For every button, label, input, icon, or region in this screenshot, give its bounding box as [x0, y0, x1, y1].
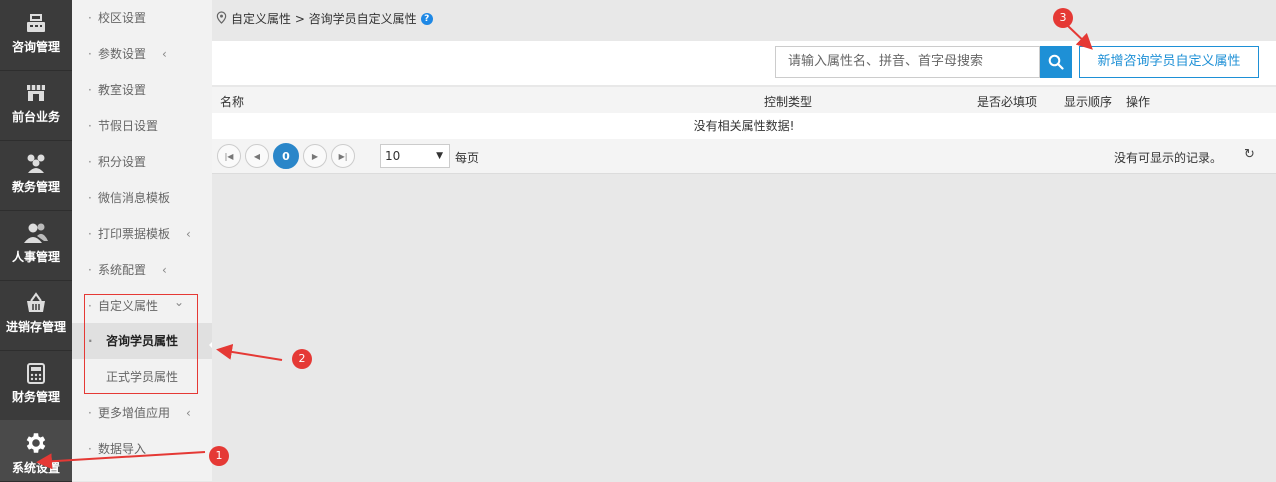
first-page-button[interactable]: |◀ [217, 144, 241, 168]
next-page-button[interactable]: ▶ [303, 144, 327, 168]
bullet: · [88, 191, 92, 205]
refresh-icon[interactable]: ↻ [1244, 147, 1255, 162]
subnav-classroom[interactable]: · 教室设置 [72, 72, 212, 108]
bullet: · [88, 11, 92, 25]
col-required[interactable]: 是否必填项 [977, 93, 1037, 110]
nav-label: 前台业务 [11, 110, 60, 124]
register-icon [0, 10, 72, 36]
nav-settings[interactable]: 系统设置 [0, 420, 72, 482]
subnav-label: 更多增值应用 [98, 406, 171, 420]
toolbar: 新增咨询学员自定义属性 [212, 41, 1276, 85]
bullet: · [88, 47, 92, 61]
nav-hr[interactable]: 人事管理 [0, 210, 72, 281]
subnav-params[interactable]: · 参数设置 ‹ [72, 36, 212, 72]
chevron-left-icon: ‹ [162, 263, 167, 277]
help-icon[interactable]: ? [420, 12, 433, 25]
breadcrumb: 自定义属性 > 咨询学员自定义属性 ? [216, 10, 433, 27]
subnav-holiday[interactable]: · 节假日设置 [72, 108, 212, 144]
subnav-more-apps[interactable]: · 更多增值应用 ‹ [72, 395, 212, 431]
no-records-label: 没有可显示的记录。 [1114, 151, 1223, 165]
nav-consult[interactable]: 咨询管理 [0, 0, 72, 71]
subnav-label: 参数设置 [98, 47, 147, 61]
col-actions: 操作 [1126, 95, 1151, 109]
nav-label: 教务管理 [11, 180, 60, 194]
nav-label: 财务管理 [11, 390, 60, 404]
pagination: |◀ ◀ 0 ▶ ▶| 10 ▼ 每页 没有可显示的记录。 ↻ [212, 139, 1276, 174]
calculator-icon [0, 360, 72, 386]
bullet: · [88, 83, 92, 97]
nav-academic[interactable]: 教务管理 [0, 140, 72, 211]
subnav-system-config[interactable]: · 系统配置 ‹ [72, 252, 212, 288]
subnav-data-import[interactable]: · 数据导入 [72, 431, 212, 467]
per-page-label: 每页 [455, 151, 480, 165]
breadcrumb-text: 自定义属性 > 咨询学员自定义属性 [231, 12, 417, 26]
col-name[interactable]: 名称 [220, 93, 244, 110]
current-page[interactable]: 0 [273, 143, 299, 169]
subnav-points[interactable]: · 积分设置 [72, 144, 212, 180]
subnav-label: 数据导入 [98, 442, 147, 456]
people-icon [0, 220, 72, 246]
search-input[interactable] [776, 47, 1050, 75]
main-content: 自定义属性 > 咨询学员自定义属性 ? 新增咨询学员自定义属性 名称 控制类型 … [212, 0, 1276, 481]
empty-message: 没有相关属性数据! [212, 113, 1276, 139]
main-nav-rail: 咨询管理 前台业务 教务管理 人事管理 进销存管理 财务管理 系统设置 [0, 0, 72, 482]
store-icon [0, 80, 72, 106]
next-page-icon: ▶ [311, 151, 319, 161]
subnav-campus[interactable]: · 校区设置 [72, 0, 212, 36]
settings-subnav: · 校区设置 · 参数设置 ‹ · 教室设置 · 节假日设置 · 积分设置 · 微信消息模板 … [72, 0, 215, 481]
bullet: · [88, 155, 92, 169]
search-button[interactable] [1040, 46, 1072, 78]
page-size-select[interactable]: 10 ▼ [380, 144, 450, 168]
chevron-left-icon: ‹ [186, 406, 191, 420]
annotation-badge-2: 2 [292, 349, 312, 369]
col-control-type[interactable]: 控制类型 [764, 93, 812, 110]
location-pin-icon [216, 10, 227, 27]
prev-page-icon: ◀ [253, 151, 261, 161]
nav-label: 人事管理 [11, 250, 60, 264]
subnav-label: 打印票据模板 [98, 227, 171, 241]
search-icon [1048, 54, 1064, 70]
last-page-icon: ▶| [338, 151, 348, 161]
nav-label: 进销存管理 [5, 320, 66, 334]
bullet: · [88, 263, 92, 277]
page-size-value: 10 [385, 149, 401, 163]
col-order[interactable]: 显示顺序 [1064, 93, 1112, 110]
nav-inventory[interactable]: 进销存管理 [0, 280, 72, 351]
nav-label: 系统设置 [11, 461, 60, 475]
subnav-label: 系统配置 [98, 263, 147, 277]
subnav-wechat-template[interactable]: · 微信消息模板 [72, 180, 212, 216]
bullet: · [88, 406, 92, 420]
add-consult-attr-button[interactable]: 新增咨询学员自定义属性 [1079, 46, 1259, 78]
annotation-badge-1: 1 [209, 446, 229, 466]
bullet: · [88, 227, 92, 241]
last-page-button[interactable]: ▶| [331, 144, 355, 168]
subnav-label: 教室设置 [98, 83, 147, 97]
subnav-label: 微信消息模板 [98, 191, 171, 205]
nav-frontdesk[interactable]: 前台业务 [0, 70, 72, 141]
table-header: 名称 控制类型 是否必填项 显示顺序 操作 [212, 87, 1276, 113]
subnav-label: 积分设置 [98, 155, 147, 169]
subnav-print-template[interactable]: · 打印票据模板 ‹ [72, 216, 212, 252]
annotation-badge-3: 3 [1053, 8, 1073, 28]
search-box [775, 46, 1050, 78]
bullet: · [88, 119, 92, 133]
chevron-left-icon: ‹ [162, 47, 167, 61]
annotation-highlight-box [84, 294, 198, 394]
first-page-icon: |◀ [224, 151, 234, 161]
nav-finance[interactable]: 财务管理 [0, 350, 72, 421]
dropdown-arrow-icon: ▼ [436, 151, 443, 161]
subnav-label: 节假日设置 [98, 119, 159, 133]
subnav-label: 校区设置 [98, 11, 147, 25]
group-icon [0, 150, 72, 176]
chevron-left-icon: ‹ [186, 227, 191, 241]
gear-icon [0, 430, 72, 456]
bullet: · [88, 442, 92, 456]
basket-icon [0, 290, 72, 316]
prev-page-button[interactable]: ◀ [245, 144, 269, 168]
nav-label: 咨询管理 [11, 40, 60, 54]
